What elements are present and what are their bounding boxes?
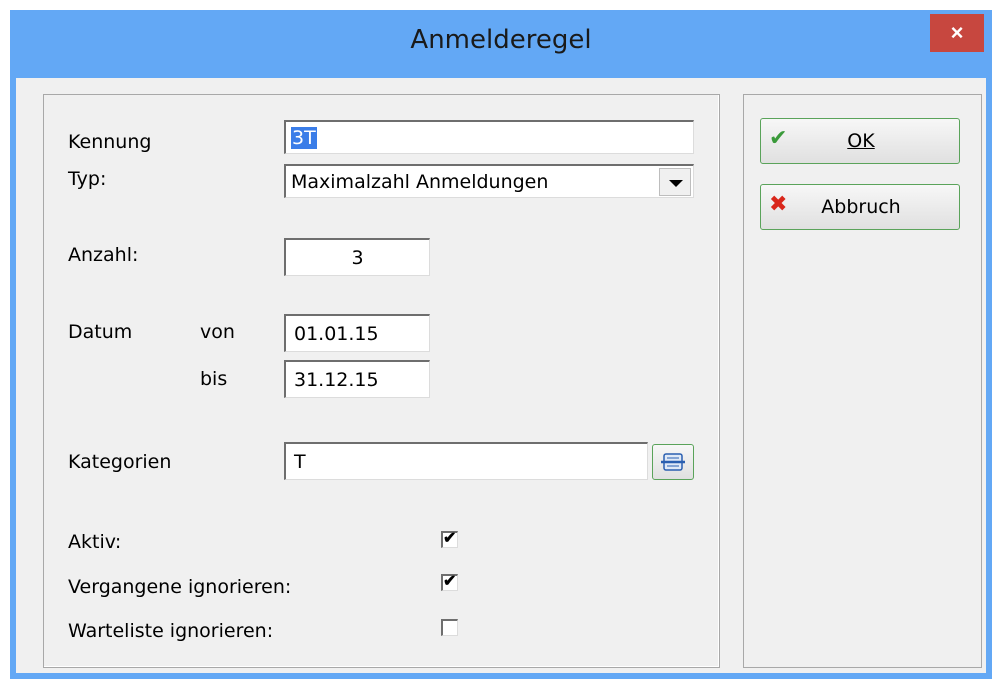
checkmark-icon: ✔ [443,530,457,547]
aktiv-checkbox[interactable]: ✔ [441,530,458,548]
cancel-button[interactable]: ✖ Abbruch [760,184,960,230]
von-value: 01.01.15 [294,323,379,345]
von-date-input[interactable]: 01.01.15 [284,314,430,352]
kategorien-label: Kategorien [68,451,172,473]
cancel-label: Abbruch [821,196,901,218]
chevron-down-icon [669,180,683,187]
anzahl-value: 3 [351,247,364,269]
kategorien-picker-button[interactable] [652,444,694,480]
von-label: von [200,321,235,343]
kennung-input[interactable]: 3T [284,120,694,154]
kategorien-input[interactable]: T [284,442,648,480]
window-title: Anmelderegel [410,25,592,55]
title-bar[interactable]: Anmelderegel × [10,10,992,78]
anzahl-input[interactable]: 3 [284,238,430,276]
dropdown-button[interactable] [659,168,691,196]
button-panel [743,94,982,668]
close-button[interactable]: × [930,14,984,52]
checkmark-icon: ✔ [443,573,457,590]
warteliste-checkbox[interactable] [441,619,458,636]
warteliste-label: Warteliste ignorieren: [68,620,274,642]
list-picker-icon [661,453,685,471]
close-icon: × [950,20,964,45]
bis-label: bis [200,368,228,390]
kennung-label: Kennung [68,131,152,153]
typ-select[interactable]: Maximalzahl Anmeldungen [284,164,694,198]
dialog-client-area: Kennung 3T Typ: Maximalzahl Anmeldungen … [16,78,986,673]
vergangene-label: Vergangene ignorieren: [68,576,292,598]
ok-label: OK [761,130,961,152]
bis-value: 31.12.15 [294,369,379,391]
kategorien-value: T [294,451,306,473]
aktiv-label: Aktiv: [68,531,122,553]
typ-label: Typ: [68,168,107,190]
typ-value: Maximalzahl Anmeldungen [291,171,549,193]
vergangene-checkbox[interactable]: ✔ [441,573,458,591]
bis-date-input[interactable]: 31.12.15 [284,360,430,398]
ok-button[interactable]: ✔ OK [760,118,960,164]
datum-label: Datum [68,321,133,343]
anzahl-label: Anzahl: [68,244,139,266]
kennung-value: 3T [291,127,317,149]
dialog-window: Anmelderegel × Kennung 3T Typ: Maximalza… [10,10,992,679]
ok-label-text: OK [847,130,875,152]
